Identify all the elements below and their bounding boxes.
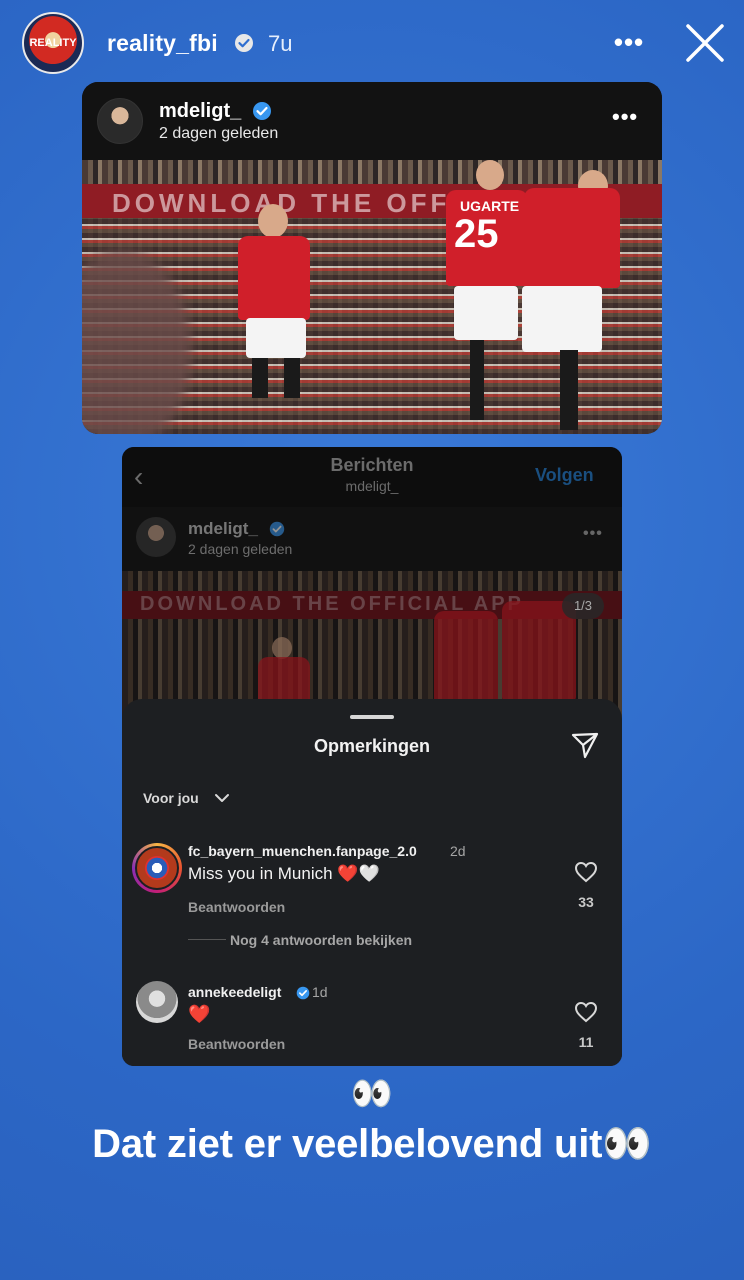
story-username[interactable]: reality_fbi [107, 30, 218, 57]
comment-avatar[interactable] [132, 843, 182, 893]
more-options-icon[interactable]: ••• [612, 104, 638, 130]
player-figure [494, 170, 634, 434]
comment-username[interactable]: annekeedeligt [188, 984, 281, 1000]
story-caption: Dat ziet er veelbelovend uit👀 [92, 1122, 652, 1166]
screenshot-post-avatar[interactable] [136, 517, 176, 557]
comments-title: Opmerkingen [313, 736, 431, 756]
post-avatar[interactable] [97, 98, 143, 144]
screenshot-post-username[interactable]: mdeligt_ [188, 519, 258, 539]
carousel-counter: 1/3 [562, 593, 604, 619]
like-count: 11 [578, 1034, 594, 1050]
verified-icon [269, 521, 285, 537]
story-avatar[interactable]: REALITY [22, 12, 84, 74]
comments-screenshot: ‹ Berichten mdeligt_ Volgen mdeligt_ 2 d… [122, 447, 622, 1066]
heart-icon[interactable] [574, 861, 598, 883]
verified-icon [235, 34, 253, 52]
follow-button[interactable]: Volgen [535, 465, 594, 486]
player-figure [220, 200, 330, 434]
screenshot-post-header [122, 507, 622, 571]
comment-username[interactable]: fc_bayern_muenchen.fanpage_2.0 [188, 843, 417, 859]
comment-avatar[interactable] [136, 981, 178, 1023]
close-icon[interactable] [684, 22, 726, 64]
comment-filter[interactable]: Voor jou [143, 790, 199, 806]
screenshot-post-date: 2 dagen geleden [188, 541, 293, 557]
heart-icon[interactable] [574, 1001, 598, 1023]
chevron-down-icon[interactable] [214, 791, 230, 805]
comment-age: 2d [450, 843, 466, 859]
verified-icon [296, 986, 310, 1000]
replies-divider [188, 939, 226, 940]
more-options-icon[interactable]: ••• [583, 525, 603, 543]
player-number: 25 [454, 212, 499, 256]
story-time: 7u [268, 31, 293, 56]
eyes-emoji: 👀 [350, 1075, 394, 1113]
post-card[interactable]: mdeligt_ 2 dagen geleden ••• DOWNLOAD TH… [82, 82, 662, 434]
comment-text: Miss you in Munich ❤️🤍 [188, 864, 380, 883]
avatar-logo-text: REALITY [29, 37, 77, 49]
sheet-drag-handle[interactable] [350, 715, 394, 719]
post-date: 2 dagen geleden [159, 125, 279, 142]
reply-button[interactable]: Beantwoorden [188, 1036, 285, 1052]
post-username[interactable]: mdeligt_ [159, 100, 241, 123]
verified-icon [253, 102, 271, 120]
like-count: 33 [578, 894, 594, 910]
post-photo: DOWNLOAD THE OFFICIAL APP UGARTE 25 [82, 160, 662, 434]
more-options-icon[interactable]: ••• [612, 22, 646, 62]
send-icon[interactable] [570, 730, 600, 760]
reply-button[interactable]: Beantwoorden [188, 899, 285, 915]
view-replies-button[interactable]: Nog 4 antwoorden bekijken [230, 932, 412, 948]
comment-age: 1d [312, 984, 328, 1000]
comment-text: ❤️ [188, 1004, 211, 1024]
fanpage-logo [135, 846, 179, 890]
